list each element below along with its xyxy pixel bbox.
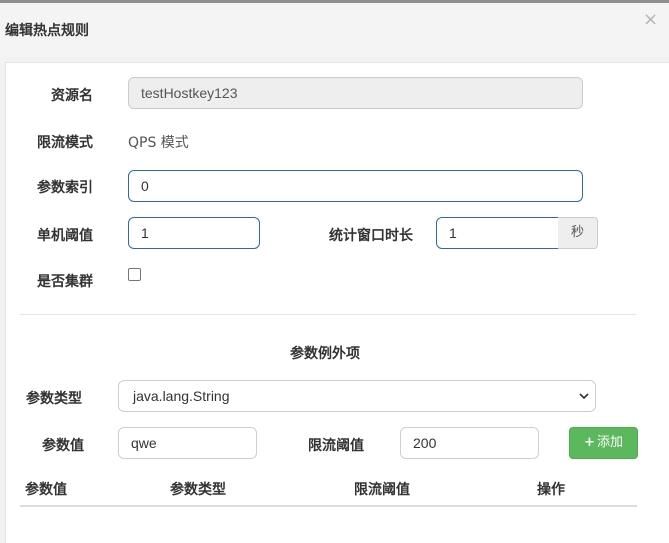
dialog-body: [5, 62, 669, 543]
table-header-underline: [20, 505, 637, 507]
dialog-header: 编辑热点规则 ×: [0, 3, 669, 57]
threshold-label: 单机阈值: [37, 228, 93, 244]
exceptions-section-title: 参数例外项: [290, 346, 360, 362]
close-icon[interactable]: ×: [643, 11, 658, 29]
param-value-label: 参数值: [42, 438, 84, 454]
add-button-label: 添加: [596, 435, 623, 450]
param-type-selected: java.lang.String: [133, 388, 230, 404]
add-button[interactable]: + 添加: [569, 427, 638, 459]
section-divider: [20, 314, 636, 315]
limit-label: 限流阈值: [308, 438, 364, 454]
param-index-input[interactable]: [128, 170, 583, 202]
table-header-limit: 限流阈值: [354, 482, 410, 498]
resource-label: 资源名: [51, 88, 93, 104]
window-label: 统计窗口时长: [329, 228, 413, 244]
param-value-input[interactable]: [118, 427, 257, 459]
resource-name-input[interactable]: [128, 77, 583, 109]
window-input[interactable]: [436, 217, 559, 249]
param-index-label: 参数索引: [37, 180, 93, 196]
table-header-actions: 操作: [537, 482, 565, 498]
mode-label: 限流模式: [37, 135, 93, 151]
chevron-down-icon: [579, 393, 589, 399]
param-type-label: 参数类型: [26, 391, 82, 407]
mode-value: QPS 模式: [128, 135, 189, 151]
cluster-checkbox[interactable]: [128, 268, 141, 281]
threshold-input[interactable]: [128, 217, 260, 249]
table-header-param-type: 参数类型: [170, 482, 226, 498]
plus-icon: +: [584, 435, 595, 450]
limit-input[interactable]: [400, 427, 539, 459]
table-header-param-value: 参数值: [25, 482, 67, 498]
window-unit-addon: 秒: [558, 217, 598, 249]
dialog-title: 编辑热点规则: [5, 23, 89, 39]
param-type-select[interactable]: java.lang.String: [118, 380, 596, 412]
cluster-label: 是否集群: [37, 274, 93, 290]
